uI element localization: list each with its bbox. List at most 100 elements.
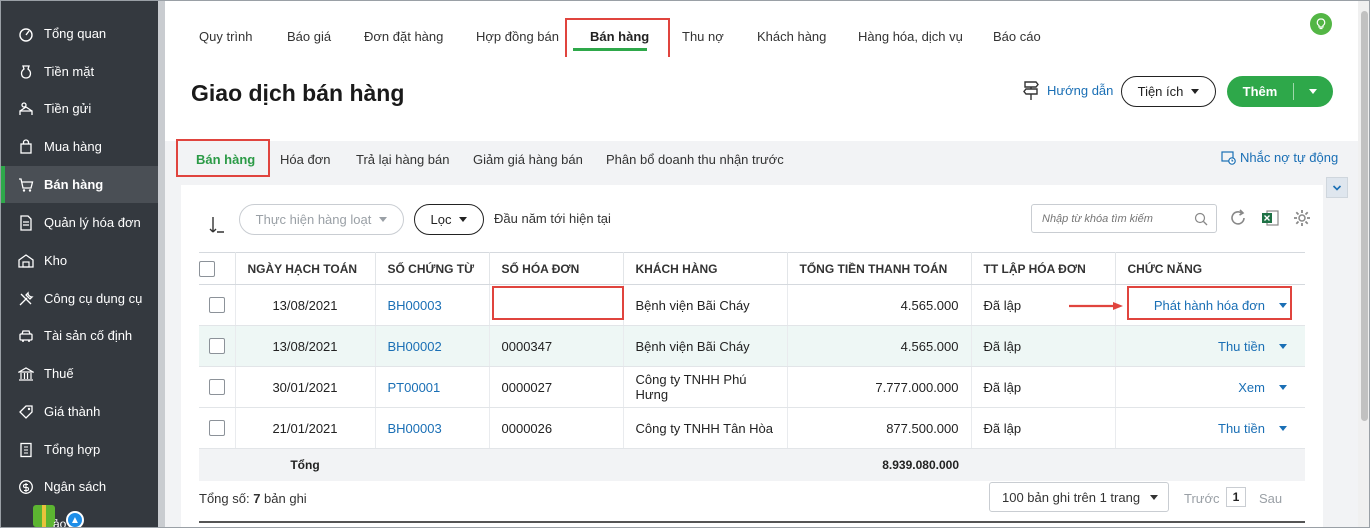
subtab-sales-return[interactable]: Trả lại hàng bán xyxy=(356,152,449,167)
sidebar-item-summary[interactable]: Tổng hợp xyxy=(1,431,158,468)
tab-process[interactable]: Quy trình xyxy=(199,29,252,44)
cell-voucher-link[interactable]: BH00003 xyxy=(375,284,490,326)
column-header-date[interactable]: NGÀY HẠCH TOÁN xyxy=(235,252,376,285)
main-content: Quy trình Báo giá Đơn đặt hàng Hợp đồng … xyxy=(165,1,1369,527)
tab-reports[interactable]: Báo cáo xyxy=(993,29,1041,44)
sidebar-item-fixed-assets[interactable]: Tài sản cố định xyxy=(1,317,158,354)
bank-icon xyxy=(17,100,35,118)
cell-voucher-link[interactable]: BH00003 xyxy=(375,407,490,449)
row-checkbox[interactable] xyxy=(208,420,225,437)
tab-goods-services[interactable]: Hàng hóa, dịch vụ xyxy=(858,29,963,44)
guide-link[interactable]: Hướng dẫn xyxy=(1021,79,1113,101)
table-row[interactable]: 30/01/2021 PT00001 0000027 Công ty TNHH … xyxy=(199,366,1305,408)
cell-invoice-status: Đã lập xyxy=(971,366,1116,408)
column-header-customer[interactable]: KHÁCH HÀNG xyxy=(623,252,788,285)
search-icon[interactable] xyxy=(1194,212,1208,226)
sidebar-item-label: Tiền mặt xyxy=(44,64,95,79)
cell-total: 7.777.000.000 xyxy=(787,366,972,408)
gear-icon[interactable] xyxy=(1291,207,1313,229)
tab-quotation[interactable]: Báo giá xyxy=(287,29,331,44)
sidebar-item-cash[interactable]: Tiền mặt xyxy=(1,53,158,90)
previous-page-button[interactable]: Trước xyxy=(1184,491,1220,506)
scrollbar-thumb[interactable] xyxy=(1361,11,1368,421)
collapse-toggle-button[interactable] xyxy=(1326,177,1348,198)
cell-voucher-link[interactable]: BH00002 xyxy=(375,325,490,367)
refresh-icon[interactable] xyxy=(1227,207,1249,229)
total-value: 8.939.080.000 xyxy=(787,448,971,481)
collect-payment-action[interactable]: Thu tiền xyxy=(1128,421,1294,436)
lightbulb-icon[interactable] xyxy=(1310,13,1332,35)
current-page-number[interactable]: 1 xyxy=(1226,487,1246,507)
sidebar-item-tax[interactable]: Thuế xyxy=(1,355,158,392)
sidebar-item-budget[interactable]: Ngân sách xyxy=(1,468,158,505)
chevron-down-icon[interactable] xyxy=(1279,425,1287,431)
purchase-bag-icon xyxy=(17,138,35,156)
sidebar-item-sales[interactable]: Bán hàng xyxy=(1,166,158,203)
select-all-checkbox[interactable] xyxy=(199,260,215,277)
tab-sales-contract[interactable]: Hợp đồng bán xyxy=(476,29,559,44)
total-spacer xyxy=(489,448,623,481)
sidebar-item-overview[interactable]: Tổng quan xyxy=(1,15,158,52)
dashboard-icon xyxy=(17,25,35,43)
table-row[interactable]: 21/01/2021 BH00003 0000026 Công ty TNHH … xyxy=(199,407,1305,449)
row-checkbox[interactable] xyxy=(208,379,225,396)
excel-export-icon[interactable] xyxy=(1259,207,1281,229)
cell-customer: Bệnh viện Bãi Cháy xyxy=(623,325,788,367)
record-count: Tổng số: 7 bản ghi xyxy=(199,491,307,506)
auto-debt-reminder-link[interactable]: Nhắc nợ tự động xyxy=(1221,150,1338,165)
tab-sales-order[interactable]: Đơn đặt hàng xyxy=(364,29,443,44)
red-pointer-arrow-icon xyxy=(1069,302,1123,310)
sidebar-item-cost-price[interactable]: Giá thành xyxy=(1,393,158,430)
table-total-row: Tổng 8.939.080.000 xyxy=(199,448,1305,481)
sort-down-arrow-icon[interactable] xyxy=(209,215,225,235)
column-header-invoice-status[interactable]: TT LẬP HÓA ĐƠN xyxy=(971,252,1116,285)
chevron-down-icon xyxy=(1191,89,1200,94)
column-header-invoice-number[interactable]: SỐ HÓA ĐƠN xyxy=(489,252,624,285)
scroll-up-icon[interactable]: ▲ xyxy=(66,511,84,527)
sidebar-item-label: Mua hàng xyxy=(44,139,102,154)
sidebar-item-deposit[interactable]: Tiền gửi xyxy=(1,90,158,127)
chevron-down-icon[interactable] xyxy=(1279,343,1287,349)
gift-icon xyxy=(33,505,55,527)
subtab-invoice[interactable]: Hóa đơn xyxy=(280,152,330,167)
page-size-select[interactable]: 100 bản ghi trên 1 trang xyxy=(989,482,1169,512)
sidebar-item-purchase[interactable]: Mua hàng xyxy=(1,128,158,165)
sidebar-promo[interactable]: ảo ▲ xyxy=(31,501,91,527)
collect-payment-action[interactable]: Thu tiền xyxy=(1128,339,1294,354)
column-header-voucher[interactable]: SỐ CHỨNG TỪ xyxy=(375,252,490,285)
tab-customers[interactable]: Khách hàng xyxy=(757,29,826,44)
subtab-sales-discount[interactable]: Giảm giá hàng bán xyxy=(473,152,583,167)
tab-debt-collection[interactable]: Thu nợ xyxy=(682,29,724,44)
column-header-total[interactable]: TỔNG TIỀN THANH TOÁN xyxy=(787,252,972,285)
sidebar-item-tools[interactable]: Công cụ dụng cụ xyxy=(1,280,158,317)
search-input[interactable] xyxy=(1042,212,1192,225)
row-checkbox[interactable] xyxy=(208,338,225,355)
sidebar-item-warehouse[interactable]: Kho xyxy=(1,242,158,279)
sidebar-item-label: Tổng hợp xyxy=(44,442,101,457)
search-box xyxy=(1031,204,1217,233)
batch-action-button[interactable]: Thực hiện hàng loạt xyxy=(239,204,404,235)
sidebar: Tổng quan Tiền mặt Tiền gửi Mua hàng Bán… xyxy=(1,1,158,527)
cell-action: Thu tiền xyxy=(1115,407,1305,449)
table-row[interactable]: 13/08/2021 BH00002 0000347 Bệnh viện Bãi… xyxy=(199,325,1305,367)
utility-dropdown-button[interactable]: Tiện ích xyxy=(1121,76,1216,107)
row-checkbox[interactable] xyxy=(208,297,225,314)
remind-label: Nhắc nợ tự động xyxy=(1240,150,1339,165)
summary-icon xyxy=(17,441,35,459)
chevron-down-icon[interactable] xyxy=(1279,384,1287,390)
next-page-button[interactable]: Sau xyxy=(1259,491,1282,506)
sidebar-item-invoice-management[interactable]: Quản lý hóa đơn xyxy=(1,204,158,241)
vertical-scrollbar[interactable] xyxy=(1358,1,1369,527)
cell-voucher-link[interactable]: PT00001 xyxy=(375,366,490,408)
app-window: Tổng quan Tiền mặt Tiền gửi Mua hàng Bán… xyxy=(0,0,1370,528)
invoice-icon xyxy=(17,214,35,232)
subtab-deferred-revenue[interactable]: Phân bổ doanh thu nhận trước xyxy=(606,152,784,167)
highlight-box-sales-subtab xyxy=(176,139,270,177)
view-action[interactable]: Xem xyxy=(1128,380,1294,395)
filter-button[interactable]: Lọc xyxy=(414,204,484,235)
add-button[interactable]: Thêm xyxy=(1227,76,1333,107)
price-tag-icon xyxy=(17,403,35,421)
cell-action: Xem xyxy=(1115,366,1305,408)
sidebar-item-label: Quản lý hóa đơn xyxy=(44,215,141,230)
add-dropdown-toggle[interactable] xyxy=(1294,89,1332,94)
